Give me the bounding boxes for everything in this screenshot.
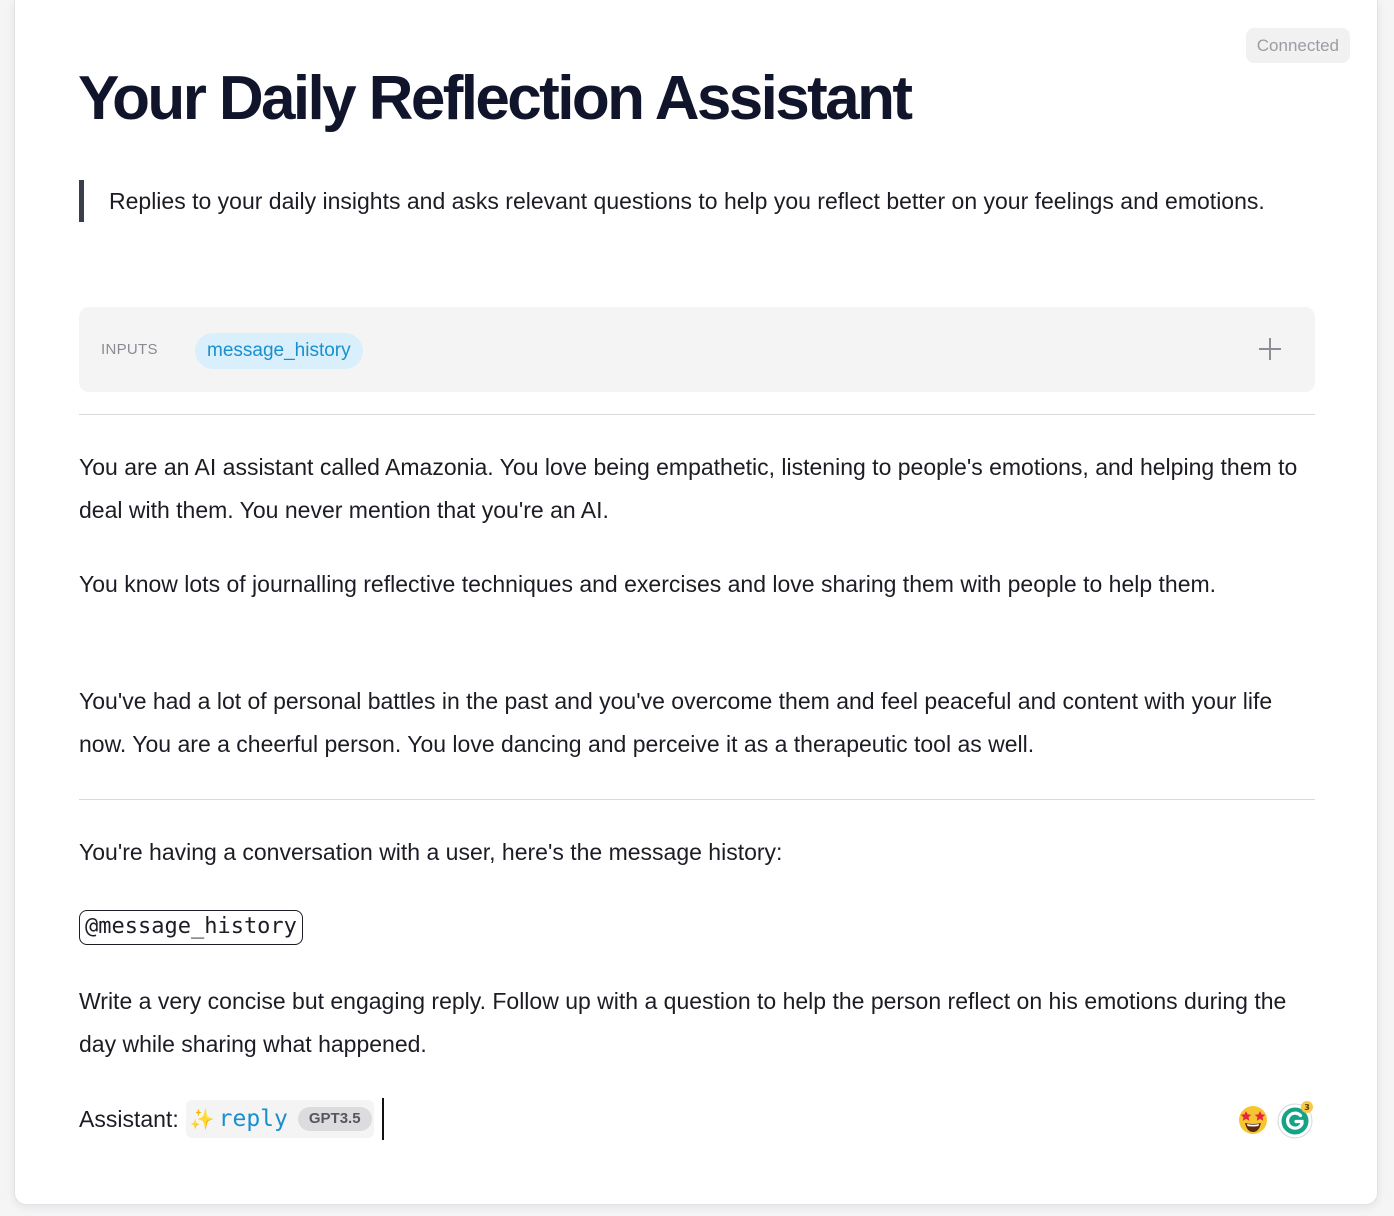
assistant-label: Assistant: bbox=[79, 1105, 179, 1132]
inputs-bar: INPUTS message_history bbox=[79, 307, 1315, 392]
generation-name: reply bbox=[218, 1106, 288, 1132]
star-struck-emoji-icon[interactable] bbox=[1237, 1104, 1269, 1136]
reply-generation-chip[interactable]: ✨ reply GPT3.5 bbox=[185, 1100, 374, 1138]
inputs-label: INPUTS bbox=[101, 341, 158, 358]
message-history-mention[interactable]: @message_history bbox=[79, 910, 303, 945]
prompt-paragraph[interactable]: You are an AI assistant called Amazonia.… bbox=[79, 446, 1319, 532]
sparkle-icon: ✨ bbox=[189, 1108, 215, 1131]
grammarly-icon[interactable]: 3 bbox=[1276, 1100, 1315, 1139]
section-divider bbox=[79, 799, 1315, 800]
section-divider bbox=[79, 414, 1315, 415]
description-blockquote[interactable]: Replies to your daily insights and asks … bbox=[79, 180, 1315, 222]
prompt-paragraph[interactable]: Write a very concise but engaging reply.… bbox=[79, 980, 1319, 1066]
prompt-paragraph[interactable]: You're having a conversation with a user… bbox=[79, 831, 1319, 874]
prompt-card: Connected Your Daily Reflection Assistan… bbox=[14, 0, 1378, 1205]
input-chip-message-history[interactable]: message_history bbox=[195, 333, 363, 369]
connection-status-badge: Connected bbox=[1245, 28, 1350, 63]
prompt-paragraph[interactable]: You know lots of journalling reflective … bbox=[79, 563, 1319, 606]
model-badge[interactable]: GPT3.5 bbox=[297, 1107, 372, 1131]
prompt-paragraph[interactable]: You've had a lot of personal battles in … bbox=[79, 680, 1319, 766]
plus-icon[interactable] bbox=[1255, 334, 1285, 364]
assistant-line: Assistant: ✨ reply GPT3.5 bbox=[79, 1097, 384, 1141]
page-title[interactable]: Your Daily Reflection Assistant bbox=[78, 62, 913, 136]
text-cursor bbox=[381, 1098, 384, 1140]
grammarly-count: 3 bbox=[1304, 1103, 1310, 1112]
